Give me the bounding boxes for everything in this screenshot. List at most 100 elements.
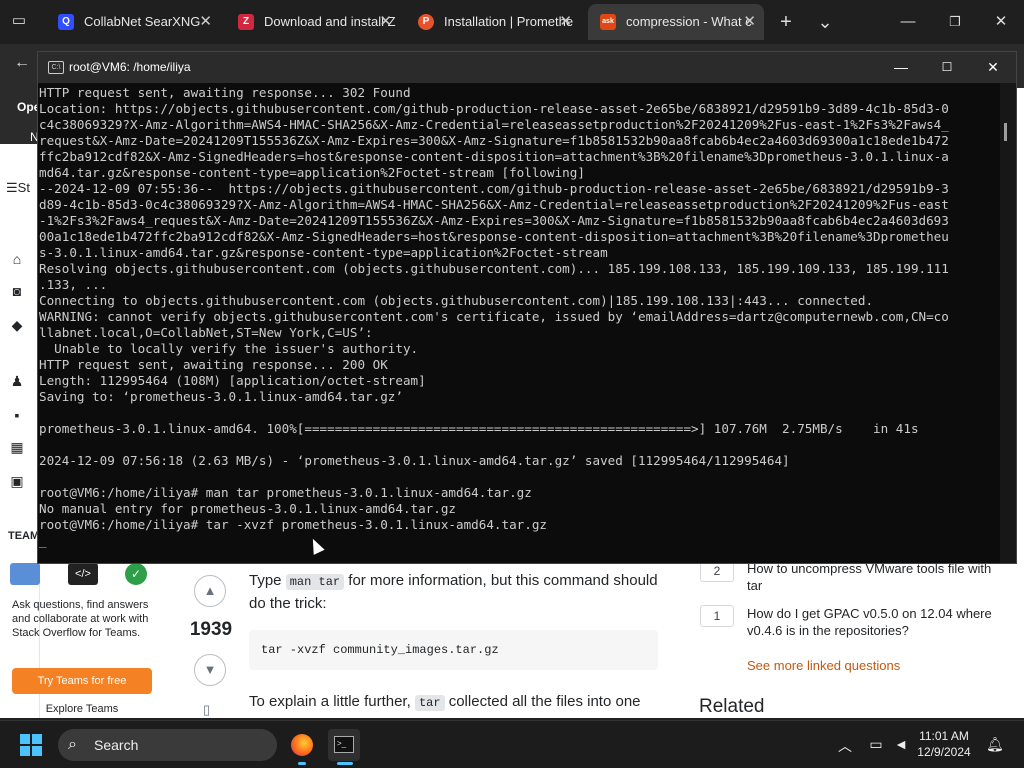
- browser-minimize-icon[interactable]: —: [893, 8, 923, 36]
- upvote-button[interactable]: ▲: [194, 575, 226, 607]
- teams-check-icon: ✓: [125, 563, 147, 585]
- start-button[interactable]: [20, 734, 42, 756]
- askubuntu-icon: ask: [600, 14, 616, 30]
- tab-actions-icon[interactable]: ▭: [8, 10, 30, 32]
- tab-label: CollabNet SearXNG: [84, 14, 201, 29]
- terminal-minimize-icon[interactable]: —: [881, 52, 921, 83]
- network-icon[interactable]: ▭: [867, 736, 885, 753]
- users-icon[interactable]: ♟: [8, 372, 26, 390]
- unanswered-icon[interactable]: ▣: [8, 472, 26, 490]
- terminal-line: root@VM6:/home/iliya# tar -xvzf promethe…: [39, 517, 547, 532]
- scrollbar-thumb[interactable]: [1004, 123, 1007, 141]
- search-icon: ⌕: [68, 736, 77, 753]
- answer-paragraph-1: Type man tar for more information, but t…: [249, 572, 658, 612]
- tab-label: compression - What c: [626, 14, 752, 29]
- taskbar-clock[interactable]: 11:01 AM 12/9/2024: [912, 728, 976, 760]
- desktop: ▭ Q CollabNet SearXNG ✕ Z Download and i…: [0, 0, 1024, 768]
- terminal-line: .133, ...: [39, 277, 108, 292]
- close-tab-icon[interactable]: ✕: [199, 4, 212, 40]
- back-arrow-icon[interactable]: ←: [14, 54, 30, 72]
- tab-installation-prometheus[interactable]: P Installation | Promethe ✕: [406, 4, 580, 40]
- see-more-linked-link[interactable]: See more linked questions: [747, 658, 900, 673]
- terminal-line: c4c38069329?X-Amz-Algorithm=AWS4-HMAC-SH…: [39, 117, 949, 132]
- search-label: Search: [94, 737, 139, 753]
- terminal-line: Connecting to objects.githubusercontent.…: [39, 293, 874, 308]
- linked-question-count: 2: [700, 560, 734, 582]
- tab-list-button[interactable]: ⌄: [810, 8, 840, 36]
- terminal-line: prometheus-3.0.1.linux-amd64. 100%[=====…: [39, 421, 919, 436]
- taskbar-search[interactable]: ⌕ Search: [58, 729, 277, 761]
- app-active-indicator: [337, 762, 353, 765]
- linked-question-count: 1: [700, 605, 734, 627]
- explore-teams-link[interactable]: Explore Teams: [12, 703, 152, 715]
- notifications-bell-icon[interactable]: 🔔︎: [986, 736, 1004, 753]
- tab-download-install[interactable]: Z Download and install Z ✕: [226, 4, 400, 40]
- terminal-line: -1%2Fs3%2Faws4_request&X-Amz-Date=202412…: [39, 213, 949, 228]
- terminal-close-icon[interactable]: ✕: [973, 52, 1013, 83]
- inline-code: man tar: [285, 574, 345, 590]
- prometheus-icon: P: [418, 14, 434, 30]
- app-running-indicator: [298, 762, 306, 765]
- banner-text-fragment: Ope: [17, 100, 41, 114]
- questions-icon[interactable]: ◙: [8, 282, 26, 300]
- terminal-line: Location: https://objects.githubusercont…: [39, 101, 949, 116]
- terminal-line: ffc2ba912cdf82&X-Amz-SignedHeaders=host&…: [39, 149, 949, 164]
- try-teams-button[interactable]: Try Teams for free: [12, 668, 152, 694]
- terminal-app[interactable]: >_: [328, 729, 360, 761]
- close-tab-icon[interactable]: ✕: [379, 4, 392, 40]
- terminal-line: llabnet.local,O=CollabNet,ST=New York,C=…: [39, 325, 373, 340]
- browser-close-icon[interactable]: ✕: [986, 8, 1016, 36]
- terminal-line: root@VM6:/home/iliya# man tar prometheus…: [39, 485, 532, 500]
- terminal-maximize-icon[interactable]: ☐: [927, 52, 967, 83]
- browser-restore-icon[interactable]: ❐: [940, 8, 970, 36]
- terminal-line: _: [39, 533, 47, 548]
- terminal-scrollbar[interactable]: [1000, 83, 1016, 563]
- terminal-line: 2024-12-09 07:56:18 (2.63 MB/s) - ‘prome…: [39, 453, 790, 468]
- answer-paragraph-2: To explain a little further, tar collect…: [249, 693, 641, 711]
- clock-time: 11:01 AM: [919, 729, 969, 743]
- show-hidden-icons-icon[interactable]: ︿: [836, 736, 854, 756]
- code-block: tar -xvzf community_images.tar.gz: [249, 630, 658, 670]
- clock-date: 12/9/2024: [917, 745, 971, 759]
- terminal-app-icon: >_: [334, 736, 354, 753]
- tab-label: Download and install Z: [264, 14, 396, 29]
- jobs-icon[interactable]: ▪: [8, 406, 26, 424]
- bookmark-icon[interactable]: ▯: [203, 702, 217, 718]
- terminal-line: d89-4c1b-85d3-0c4c38069329?X-Amz-Algorit…: [39, 197, 949, 212]
- volume-muted-icon[interactable]: ◄: [892, 736, 910, 752]
- terminal-line: WARNING: cannot verify objects.githubuse…: [39, 309, 949, 324]
- teams-code-icon: </>: [68, 563, 98, 585]
- terminal-title-bar[interactable]: C:\ root@VM6: /home/iliya — ☐ ✕: [38, 52, 1016, 83]
- terminal-line: request&X-Amz-Date=20241209T155536Z&X-Am…: [39, 133, 949, 148]
- tab-compression-askubuntu[interactable]: ask compression - What c ✕: [588, 4, 764, 40]
- terminal-line: md64.tar.gz&response-content-type=applic…: [39, 165, 585, 180]
- terminal-line: Saving to: ‘prometheus-3.0.1.linux-amd64…: [39, 389, 403, 404]
- terminal-window[interactable]: C:\ root@VM6: /home/iliya — ☐ ✕ HTTP req…: [38, 52, 1016, 563]
- related-heading: Related: [699, 696, 765, 717]
- terminal-line: No manual entry for prometheus-3.0.1.lin…: [39, 501, 457, 516]
- linked-question-title[interactable]: How do I get GPAC v0.5.0 on 12.04 where …: [747, 605, 1002, 639]
- terminal-output[interactable]: HTTP request sent, awaiting response... …: [38, 83, 1000, 563]
- terminal-line: Unable to locally verify the issuer's au…: [39, 341, 419, 356]
- terminal-line: 00a1c18ede1b472ffc2ba912cdf82&X-Amz-Sign…: [39, 229, 949, 244]
- inline-code: tar: [414, 695, 445, 711]
- new-tab-button[interactable]: +: [771, 8, 801, 36]
- firefox-app[interactable]: [286, 729, 318, 761]
- home-icon[interactable]: ⌂: [8, 250, 26, 268]
- z-icon: Z: [238, 14, 254, 30]
- answer-score: 1939: [189, 619, 233, 640]
- tags-icon[interactable]: ◆: [8, 316, 26, 334]
- downvote-button[interactable]: ▼: [194, 654, 226, 686]
- linked-question-title[interactable]: How to uncompress VMware tools file with…: [747, 560, 1002, 594]
- close-tab-icon[interactable]: ✕: [743, 4, 756, 40]
- close-tab-icon[interactable]: ✕: [559, 4, 572, 40]
- terminal-line: s-3.0.1.linux-amd64.tar.gz&response-cont…: [39, 245, 608, 260]
- companies-icon[interactable]: ▦: [8, 438, 26, 456]
- menu-icon[interactable]: ☰St: [6, 180, 30, 196]
- teams-description: Ask questions, find answers and collabor…: [12, 599, 149, 639]
- terminal-line: Resolving objects.githubusercontent.com …: [39, 261, 949, 276]
- firefox-icon: [291, 734, 313, 756]
- tab-collabnet-searxng[interactable]: Q CollabNet SearXNG ✕: [46, 4, 220, 40]
